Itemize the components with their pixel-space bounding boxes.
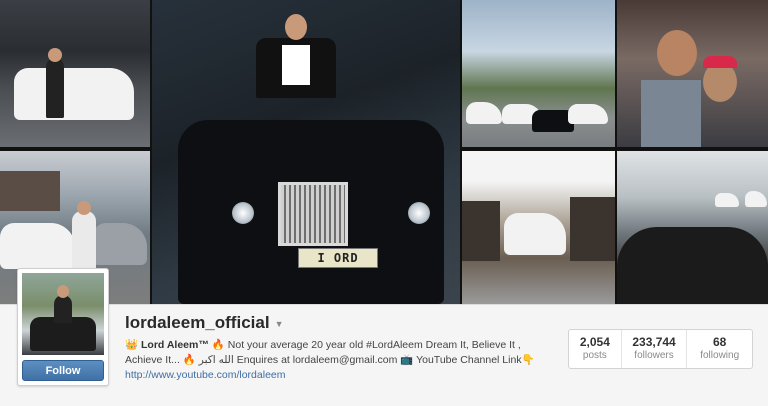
stat-following[interactable]: 68 following — [686, 330, 752, 368]
bio-name: 👑 Lord Aleem™ — [125, 339, 209, 351]
posts-count: 2,054 — [579, 335, 610, 349]
license-plate: I ORD — [298, 248, 378, 268]
followers-count: 233,744 — [632, 335, 676, 349]
followers-label: followers — [634, 350, 674, 361]
username-text: lordaleem_official — [125, 313, 270, 332]
photo-tile-group[interactable] — [617, 0, 768, 147]
photo-tile-crowd-car[interactable] — [462, 151, 615, 304]
stat-followers[interactable]: 233,744 followers — [620, 330, 687, 368]
photo-tile-parking-lot[interactable] — [462, 0, 615, 147]
caret-down-icon[interactable]: ▼ — [275, 319, 284, 329]
following-label: following — [700, 350, 740, 361]
posts-label: posts — [582, 350, 607, 361]
car-grille — [278, 182, 348, 246]
profile-stats: 2,054 posts 233,744 followers 68 followi… — [568, 329, 753, 369]
avatar[interactable] — [22, 273, 104, 355]
follow-button[interactable]: Follow — [22, 360, 104, 381]
profile-bio: 👑 Lord Aleem™ 🔥 Not your average 20 year… — [125, 338, 535, 368]
profile-website-link[interactable]: http://www.youtube.com/lordaleem — [125, 369, 286, 381]
profile-username[interactable]: lordaleem_official ▼ — [125, 313, 283, 333]
bio-line-2: Achieve It... 🔥 الله اكبر Enquires at lo… — [125, 354, 535, 366]
following-count: 68 — [713, 335, 727, 349]
bio-line-1: 🔥 Not your average 20 year old #LordAlee… — [208, 339, 521, 351]
profile-avatar-card: Follow — [17, 268, 109, 386]
photo-mosaic: I ORD — [0, 0, 768, 304]
photo-tile-showroom-car[interactable] — [0, 0, 150, 147]
photo-tile-road[interactable] — [617, 151, 768, 304]
stat-posts[interactable]: 2,054 posts — [569, 330, 621, 368]
